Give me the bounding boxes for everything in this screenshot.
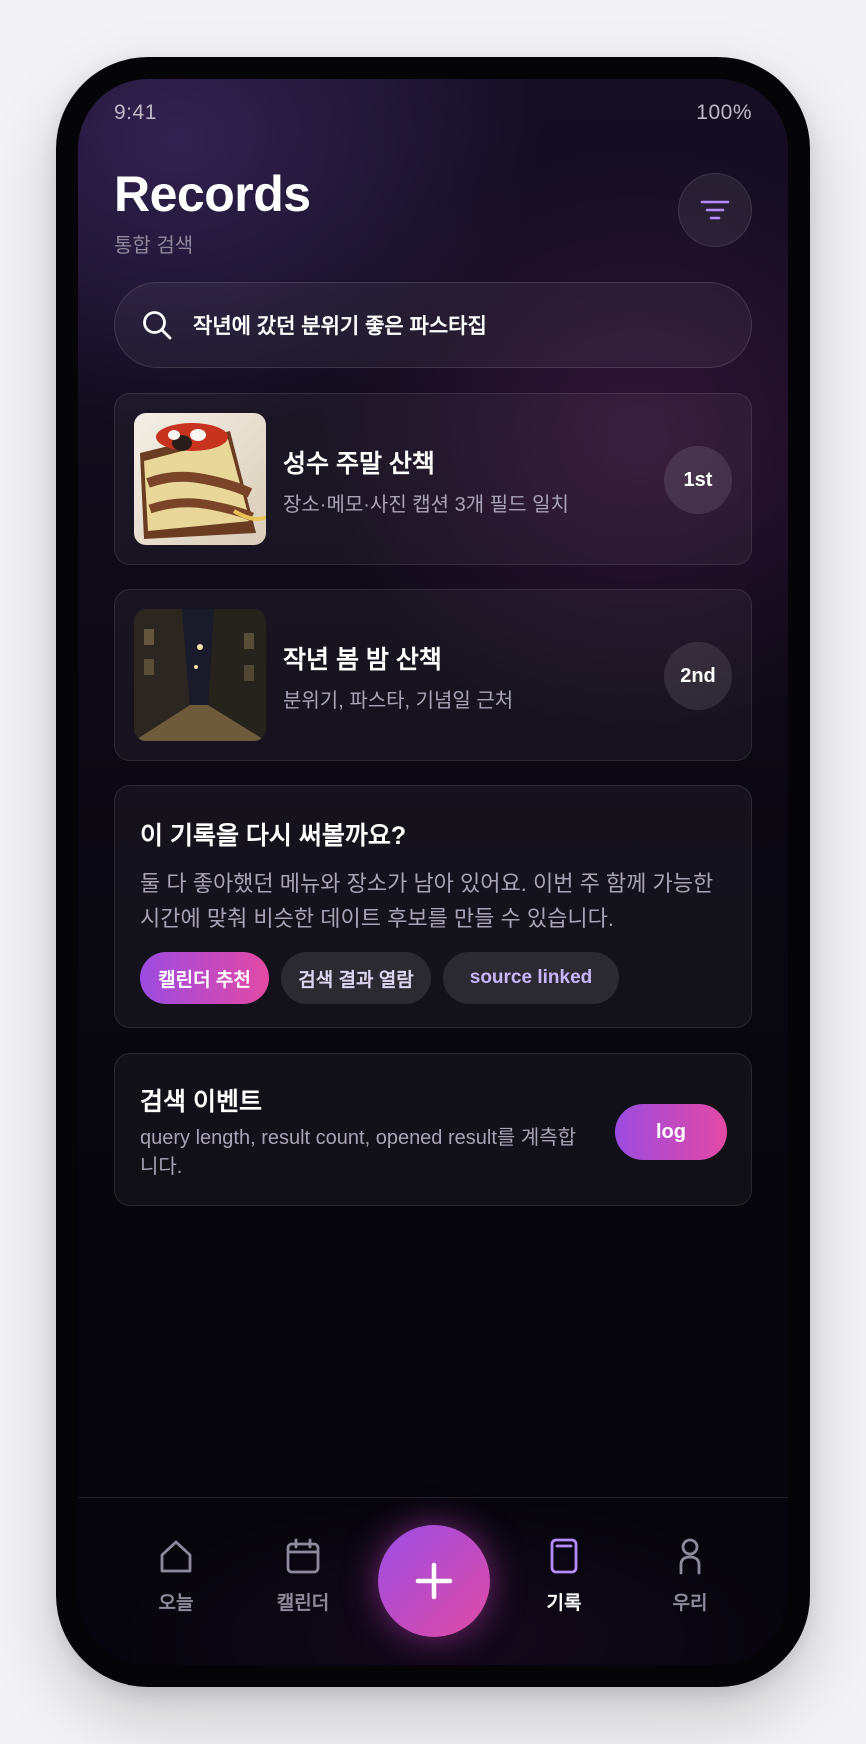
result-description: 장소·메모·사진 캡션 3개 필드 일치 <box>283 494 569 516</box>
rank-badge: 2nd <box>664 642 732 710</box>
page-title: Records <box>114 166 311 222</box>
plus-icon <box>414 1561 454 1601</box>
nav-label: 캘린더 <box>276 1593 330 1614</box>
rank-badge: 1st <box>664 446 732 514</box>
result-description: 분위기, 파스타, 기념일 근처 <box>283 690 514 712</box>
search-input[interactable]: 작년에 갔던 분위기 좋은 파스타집 <box>193 310 487 340</box>
nav-item-calendar[interactable]: 캘린더 <box>253 1536 353 1615</box>
source-linked-chip[interactable]: source linked <box>443 952 619 1004</box>
result-title: 성수 주말 산책 <box>283 450 435 478</box>
result-thumbnail-cake <box>134 413 266 545</box>
event-title: 검색 이벤트 <box>140 1088 262 1116</box>
person-icon <box>670 1536 710 1576</box>
calendar-icon <box>283 1536 323 1576</box>
filter-button[interactable] <box>678 173 752 247</box>
home-icon <box>156 1536 196 1576</box>
status-battery: 100% <box>696 101 752 124</box>
status-time: 9:41 <box>114 101 157 124</box>
search-result-card[interactable]: 성수 주말 산책 장소·메모·사진 캡션 3개 필드 일치 1st <box>114 393 752 565</box>
log-button[interactable]: log <box>615 1104 727 1160</box>
add-record-button[interactable] <box>378 1525 490 1637</box>
nav-item-records[interactable]: 기록 <box>514 1536 614 1615</box>
search-bar[interactable]: 작년에 갔던 분위기 좋은 파스타집 <box>114 282 752 368</box>
suggestion-card: 이 기록을 다시 써볼까요? 둘 다 좋아했던 메뉴와 장소가 남아 있어요. … <box>114 785 752 1028</box>
nav-label: 오늘 <box>158 1593 194 1614</box>
phone-frame: 9:41 100% Records 통합 검색 작년에 갔던 분위기 좋은 파스… <box>56 57 810 1687</box>
search-icon <box>141 309 173 341</box>
suggestion-title: 이 기록을 다시 써볼까요? <box>140 822 407 850</box>
filter-icon <box>700 199 730 221</box>
search-result-card[interactable]: 작년 봄 밤 산책 분위기, 파스타, 기념일 근처 2nd <box>114 589 752 761</box>
app-screen: 9:41 100% Records 통합 검색 작년에 갔던 분위기 좋은 파스… <box>78 79 788 1665</box>
result-title: 작년 봄 밤 산책 <box>283 646 442 674</box>
nav-item-us[interactable]: 우리 <box>640 1536 740 1615</box>
calendar-suggest-chip[interactable]: 캘린더 추천 <box>140 952 269 1004</box>
suggestion-body: 둘 다 좋아했던 메뉴와 장소가 남아 있어요. 이번 주 함께 가능한 시간에… <box>140 871 714 931</box>
search-event-card: 검색 이벤트 query length, result count, opene… <box>114 1053 752 1206</box>
event-description: query length, result count, opened resul… <box>140 1127 577 1178</box>
nav-item-today[interactable]: 오늘 <box>126 1536 226 1615</box>
view-results-chip[interactable]: 검색 결과 열람 <box>281 952 431 1004</box>
nav-label: 기록 <box>546 1593 582 1614</box>
result-thumbnail-alley <box>134 609 266 741</box>
page-subtitle: 통합 검색 <box>114 235 194 257</box>
nav-label: 우리 <box>672 1593 708 1614</box>
bookmark-icon <box>544 1536 584 1576</box>
